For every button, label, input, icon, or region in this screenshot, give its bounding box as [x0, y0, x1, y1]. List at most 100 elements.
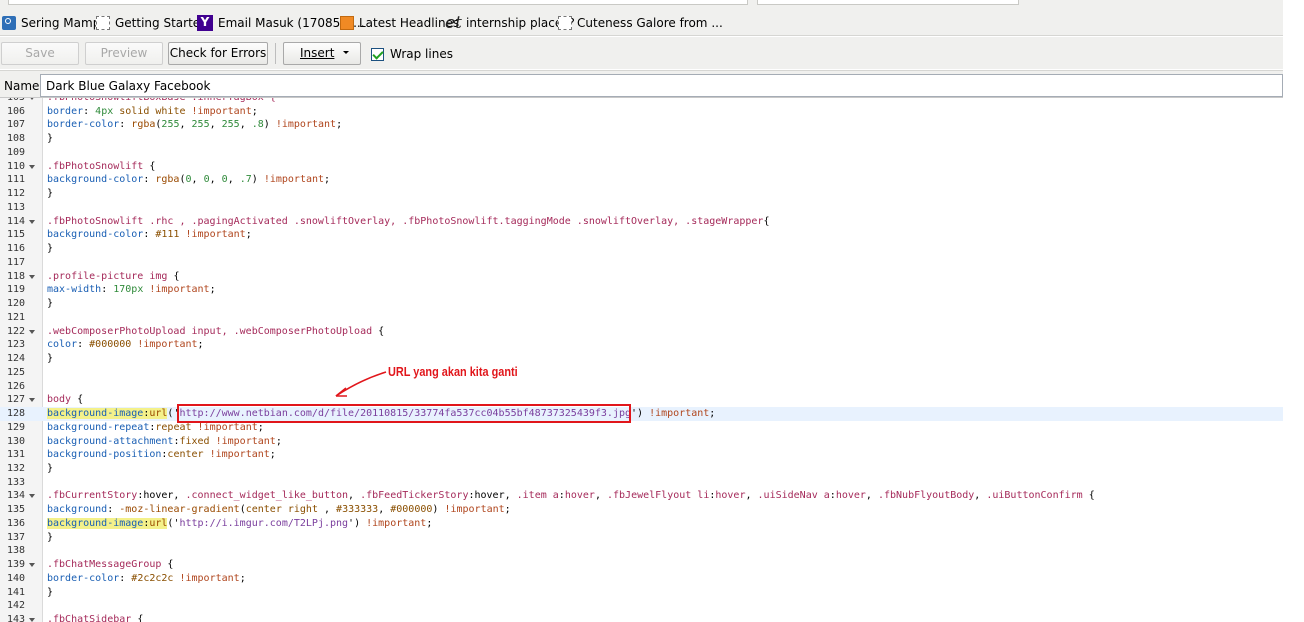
code-line[interactable]: 118 .profile-picture img { [0, 270, 1283, 284]
code-token: .8 [251, 119, 264, 131]
code-text: .webComposerPhotoUpload input, .webCompo… [47, 325, 384, 339]
code-line[interactable]: 139 .fbChatMessageGroup { [0, 558, 1283, 572]
bookmark-getting-started[interactable]: Getting Started [96, 14, 208, 32]
page-icon [558, 16, 572, 30]
line-number: 122 [6, 325, 25, 337]
code-line[interactable]: 134 .fbCurrentStory:hover, .connect_widge… [0, 489, 1283, 503]
fold-toggle-icon[interactable] [29, 219, 35, 224]
code-token: !important [173, 572, 240, 584]
code-line[interactable]: 141} [0, 586, 1283, 600]
fold-toggle-icon[interactable] [29, 164, 35, 169]
code-text: border-color: rgba(255, 255, 255, .8) !i… [47, 118, 342, 132]
line-number: 114 [6, 215, 25, 227]
code-token: fixed [179, 435, 216, 447]
insert-dropdown[interactable]: Insert [283, 42, 361, 65]
code-token: .connect_widget_like_button [185, 490, 349, 502]
code-token: , [348, 490, 361, 502]
code-token: , [378, 504, 391, 516]
code-line[interactable]: 119 max-width: 170px !important; [0, 283, 1283, 297]
code-line[interactable]: 123 color: #000000 !important; [0, 338, 1283, 352]
code-token: background-position [47, 449, 162, 461]
code-line[interactable]: 113 [0, 201, 1283, 215]
check-for-errors-button[interactable]: Check for Errors [168, 42, 268, 65]
bookmark-internship-places[interactable]: et internship places? [445, 14, 575, 32]
code-line[interactable]: 121 [0, 311, 1283, 325]
bookmark-cuteness-galore[interactable]: Cuteness Galore from ... [558, 14, 723, 32]
code-line[interactable]: 112} [0, 187, 1283, 201]
code-token: background-color [47, 174, 144, 186]
code-token: { [149, 160, 156, 172]
code-line[interactable]: 116} [0, 242, 1283, 256]
code-text: background-color: #111 !important; [47, 228, 252, 242]
code-line[interactable]: 114 .fbPhotoSnowlift .rhc , .pagingActiva… [0, 215, 1283, 229]
code-line[interactable]: 117 [0, 256, 1283, 270]
code-token: 255 [161, 119, 180, 131]
code-line[interactable]: 108} [0, 132, 1283, 146]
insert-label: Insert [300, 46, 335, 60]
code-text: color: #000000 !important; [47, 338, 204, 352]
save-button[interactable]: Save [1, 42, 79, 65]
code-token: background [47, 504, 108, 516]
code-text: background-attachment:fixed !important; [47, 435, 282, 449]
code-token: hover [564, 490, 595, 502]
bookmark-sering-mampir[interactable]: Sering Mampir [2, 14, 109, 32]
code-line[interactable]: 111 background-color: rgba(0, 0, 0, .7) !… [0, 173, 1283, 187]
code-line[interactable]: 109 [0, 146, 1283, 160]
code-token: .fbChatMessageGroup [47, 559, 168, 571]
code-line[interactable]: 143 .fbChatSidebar { [0, 613, 1283, 622]
code-line[interactable]: 132} [0, 462, 1283, 476]
fold-toggle-icon[interactable] [29, 494, 35, 499]
fold-toggle-icon[interactable] [29, 98, 35, 100]
code-line[interactable]: 106 border: 4px solid white !important; [0, 105, 1283, 119]
code-line[interactable]: 120} [0, 297, 1283, 311]
name-label: Name [4, 79, 40, 93]
line-number: 135 [6, 504, 25, 516]
et-icon: et [445, 13, 462, 33]
code-line[interactable]: 126 [0, 380, 1283, 394]
fold-toggle-icon[interactable] [29, 329, 35, 334]
fold-toggle-icon[interactable] [29, 563, 35, 568]
code-text: .fbPhotoSnowlift { [47, 160, 155, 174]
code-line[interactable]: 133 [0, 476, 1283, 490]
wrap-lines-checkbox[interactable]: Wrap lines [371, 47, 453, 61]
line-number: 130 [6, 435, 25, 447]
code-line[interactable]: 107 border-color: rgba(255, 255, 255, .8)… [0, 118, 1283, 132]
code-line[interactable]: 140 border-color: #2c2c2c !important; [0, 572, 1283, 586]
code-token: ) [263, 119, 276, 131]
bookmark-latest-headlines[interactable]: Latest Headlines [340, 14, 459, 32]
code-text: .fbPhotoSnowlift .rhc , .pagingActivated… [47, 215, 769, 229]
code-line[interactable]: 131 background-position:center !important… [0, 448, 1283, 462]
code-token: !important [179, 229, 246, 241]
code-token: :hover, [137, 490, 186, 502]
fold-toggle-icon[interactable] [29, 274, 35, 279]
code-line[interactable]: 135 background: -moz-linear-gradient(cent… [0, 503, 1283, 517]
code-line[interactable]: 138 [0, 544, 1283, 558]
code-token: !important [215, 435, 276, 447]
code-token: , [239, 119, 252, 131]
code-token: , [594, 490, 607, 502]
line-number: 112 [6, 188, 25, 200]
code-line[interactable]: 130 background-attachment:fixed !importan… [0, 435, 1283, 449]
code-line[interactable]: 110 .fbPhotoSnowlift { [0, 160, 1283, 174]
fold-toggle-icon[interactable] [29, 618, 35, 622]
code-line[interactable]: 136 background-image:url('http://i.imgur.… [0, 517, 1283, 531]
fold-toggle-icon[interactable] [29, 398, 35, 403]
code-line[interactable]: 137} [0, 531, 1283, 545]
line-number: 110 [6, 160, 25, 172]
code-line[interactable]: 124} [0, 352, 1283, 366]
bookmark-label: Cuteness Galore from ... [577, 16, 723, 30]
code-token: , [324, 504, 337, 516]
name-input[interactable] [40, 74, 1283, 97]
code-token: , [191, 174, 204, 186]
code-line[interactable]: 142 [0, 599, 1283, 613]
code-text: } [47, 462, 53, 476]
code-token: ) [251, 174, 264, 186]
code-line[interactable]: 125 [0, 366, 1283, 380]
code-line[interactable]: 122 .webComposerPhotoUpload input, .webCo… [0, 325, 1283, 339]
code-token: background-color [47, 229, 144, 241]
code-text: .fbChatMessageGroup { [47, 558, 173, 572]
code-editor[interactable]: 105 .fbPhotoSnowliftBoxBase .innerTagBox … [0, 97, 1283, 622]
code-line[interactable]: 115 background-color: #111 !important; [0, 228, 1283, 242]
code-token: ; [324, 174, 331, 186]
preview-button[interactable]: Preview [85, 42, 163, 65]
